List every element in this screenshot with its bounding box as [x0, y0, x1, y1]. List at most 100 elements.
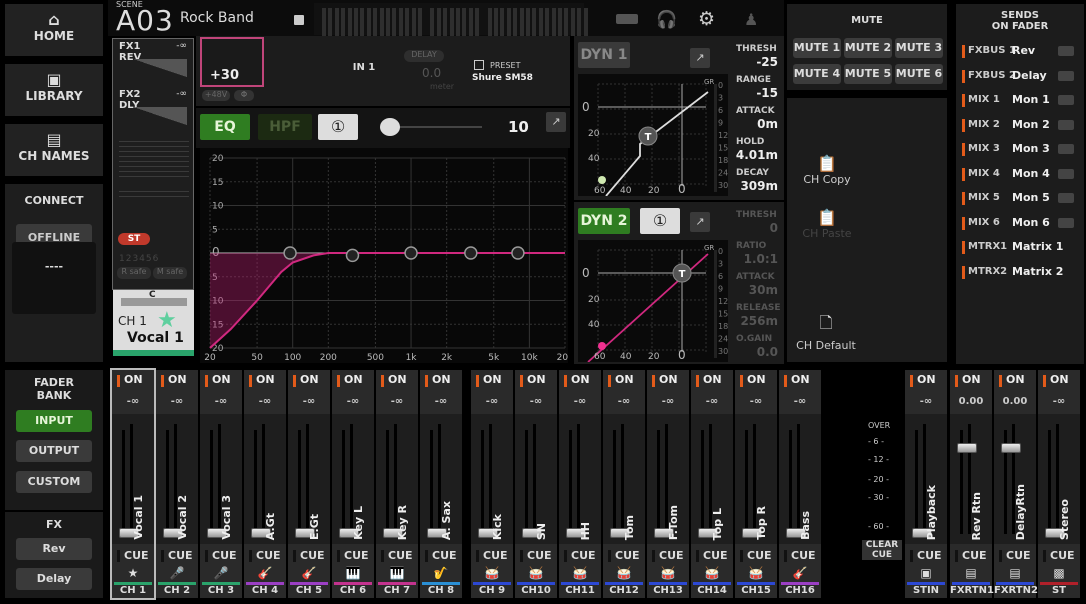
channel-id-label[interactable]: CH11: [559, 585, 601, 598]
channel-id-label[interactable]: FXRTN1: [950, 585, 994, 598]
phase-button[interactable]: Φ: [234, 90, 254, 101]
dyn-param-value[interactable]: -15: [756, 86, 778, 100]
fader-track[interactable]: E.Gt: [288, 414, 330, 544]
send-row[interactable]: MTRX1 Matrix 1: [960, 238, 1080, 258]
eq-slider-track[interactable]: [392, 126, 482, 128]
fx-delay-button[interactable]: Delay: [16, 568, 92, 590]
fader-track[interactable]: Vocal 2: [156, 414, 198, 544]
output-bank-button[interactable]: OUTPUT: [16, 440, 92, 462]
on-button[interactable]: ON: [779, 370, 821, 392]
scene-name[interactable]: Rock Band: [180, 10, 254, 26]
on-button[interactable]: ON: [950, 370, 992, 392]
send-row[interactable]: MTRX2 Matrix 2: [960, 263, 1080, 283]
preset-value[interactable]: Shure SM58: [472, 73, 533, 83]
send-row[interactable]: FXBUS 2 Delay: [960, 67, 1080, 87]
user-icon[interactable]: ♟: [744, 10, 758, 29]
st-button[interactable]: ST: [118, 233, 150, 245]
cue-button[interactable]: CUE: [112, 546, 154, 566]
fader-track[interactable]: Tom: [603, 414, 645, 544]
on-button[interactable]: ON: [376, 370, 418, 392]
cue-button[interactable]: CUE: [603, 546, 645, 566]
dyn-param-value[interactable]: 309m: [740, 179, 778, 193]
fx2-send-slider[interactable]: [133, 107, 187, 125]
input-patch[interactable]: IN 1: [334, 62, 394, 73]
channel-id-label[interactable]: CH12: [603, 585, 645, 598]
fader-track[interactable]: DelayRtn: [994, 414, 1036, 544]
dyn-param-value[interactable]: 4.01m: [736, 148, 778, 162]
on-button[interactable]: ON: [112, 370, 154, 392]
eq-expand-icon[interactable]: ↗: [546, 112, 566, 132]
dyn2-graph[interactable]: 0 20 40 60 40 20 0 0 3 6 9 12 15 18 24 30 GR T: [578, 240, 728, 363]
fader-track[interactable]: Stereo: [1038, 414, 1080, 544]
recorder-icon[interactable]: [616, 14, 638, 24]
on-button[interactable]: ON: [244, 370, 286, 392]
ch-copy-button[interactable]: 📋 CH Copy: [797, 154, 857, 186]
dyn-param-value[interactable]: 0m: [757, 117, 778, 131]
dyn-param-value[interactable]: 256m: [740, 314, 778, 328]
on-button[interactable]: ON: [603, 370, 645, 392]
fader-track[interactable]: Vocal 3: [200, 414, 242, 544]
on-button[interactable]: ON: [994, 370, 1036, 392]
clear-cue-button[interactable]: CLEAR CUE: [862, 540, 902, 560]
lock-icon[interactable]: [294, 15, 304, 25]
channel-id-label[interactable]: ST: [1038, 585, 1080, 598]
channel-id-label[interactable]: CH 9: [471, 585, 513, 598]
mute-button-6[interactable]: MUTE 6: [895, 64, 943, 84]
dyn-param-value[interactable]: -25: [756, 55, 778, 69]
fader-knob[interactable]: [957, 443, 977, 453]
send-row[interactable]: MIX 5 Mon 5: [960, 189, 1080, 209]
fader-track[interactable]: HH: [559, 414, 601, 544]
hpf-button[interactable]: HPF: [258, 114, 312, 140]
on-button[interactable]: ON: [471, 370, 513, 392]
channel-name-card[interactable]: C CH 1 ★ Vocal 1: [113, 290, 194, 356]
cue-button[interactable]: CUE: [994, 546, 1036, 566]
channel-id-label[interactable]: CH16: [779, 585, 821, 598]
cue-button[interactable]: CUE: [471, 546, 513, 566]
fader-track[interactable]: Playback: [905, 414, 947, 544]
delay-value[interactable]: 0.0: [422, 66, 441, 80]
dyn-param-value[interactable]: 1.0:1: [744, 252, 778, 266]
fx1-send-slider[interactable]: [133, 59, 187, 77]
fader-track[interactable]: Rev Rtn: [950, 414, 992, 544]
gain-knob[interactable]: +30: [200, 37, 264, 87]
fader-track[interactable]: A. Sax: [420, 414, 462, 544]
dyn1-button[interactable]: DYN 1: [578, 42, 630, 68]
send-row[interactable]: MIX 2 Mon 2: [960, 116, 1080, 136]
cue-button[interactable]: CUE: [559, 546, 601, 566]
eq-graph[interactable]: 20501002005001k2k5k10k20k201510505101520: [200, 148, 574, 363]
channel-id-label[interactable]: CH 4: [244, 585, 286, 598]
send-row[interactable]: MIX 4 Mon 4: [960, 165, 1080, 185]
dyn1-expand-icon[interactable]: ↗: [690, 48, 710, 68]
cue-button[interactable]: CUE: [332, 546, 374, 566]
channel-id-label[interactable]: CH 2: [156, 585, 198, 598]
send-row[interactable]: MIX 6 Mon 6: [960, 214, 1080, 234]
cue-button[interactable]: CUE: [905, 546, 947, 566]
cue-button[interactable]: CUE: [200, 546, 242, 566]
channel-id-label[interactable]: CH 5: [288, 585, 330, 598]
cue-button[interactable]: CUE: [691, 546, 733, 566]
dyn2-expand-icon[interactable]: ↗: [690, 212, 710, 232]
custom-bank-button[interactable]: CUSTOM: [16, 471, 92, 493]
fader-track[interactable]: SN: [515, 414, 557, 544]
dyn1-graph[interactable]: 0 20 40 60 40 20 0 0 3 6 9 12 15 18 24 30 GR T: [578, 74, 728, 197]
channel-id-label[interactable]: CH15: [735, 585, 777, 598]
cue-button[interactable]: CUE: [950, 546, 992, 566]
channel-id-label[interactable]: CH 6: [332, 585, 374, 598]
on-button[interactable]: ON: [515, 370, 557, 392]
cue-button[interactable]: CUE: [779, 546, 821, 566]
mute-button-1[interactable]: MUTE 1: [793, 38, 841, 58]
eq-library-button[interactable]: ①: [318, 114, 358, 140]
cue-button[interactable]: CUE: [735, 546, 777, 566]
r-safe-button[interactable]: R safe: [117, 267, 151, 279]
fader-track[interactable]: Top L: [691, 414, 733, 544]
channel-id-label[interactable]: CH 7: [376, 585, 418, 598]
on-button[interactable]: ON: [200, 370, 242, 392]
phantom-button[interactable]: +48V: [202, 90, 230, 101]
on-button[interactable]: ON: [905, 370, 947, 392]
channel-id-label[interactable]: CH 8: [420, 585, 462, 598]
fader-track[interactable]: Vocal 1: [112, 414, 154, 544]
fader-track[interactable]: F.Tom: [647, 414, 689, 544]
mix-send-list[interactable]: [119, 137, 189, 177]
cue-button[interactable]: CUE: [515, 546, 557, 566]
ch-default-button[interactable]: 🗋 CH Default: [791, 312, 861, 352]
